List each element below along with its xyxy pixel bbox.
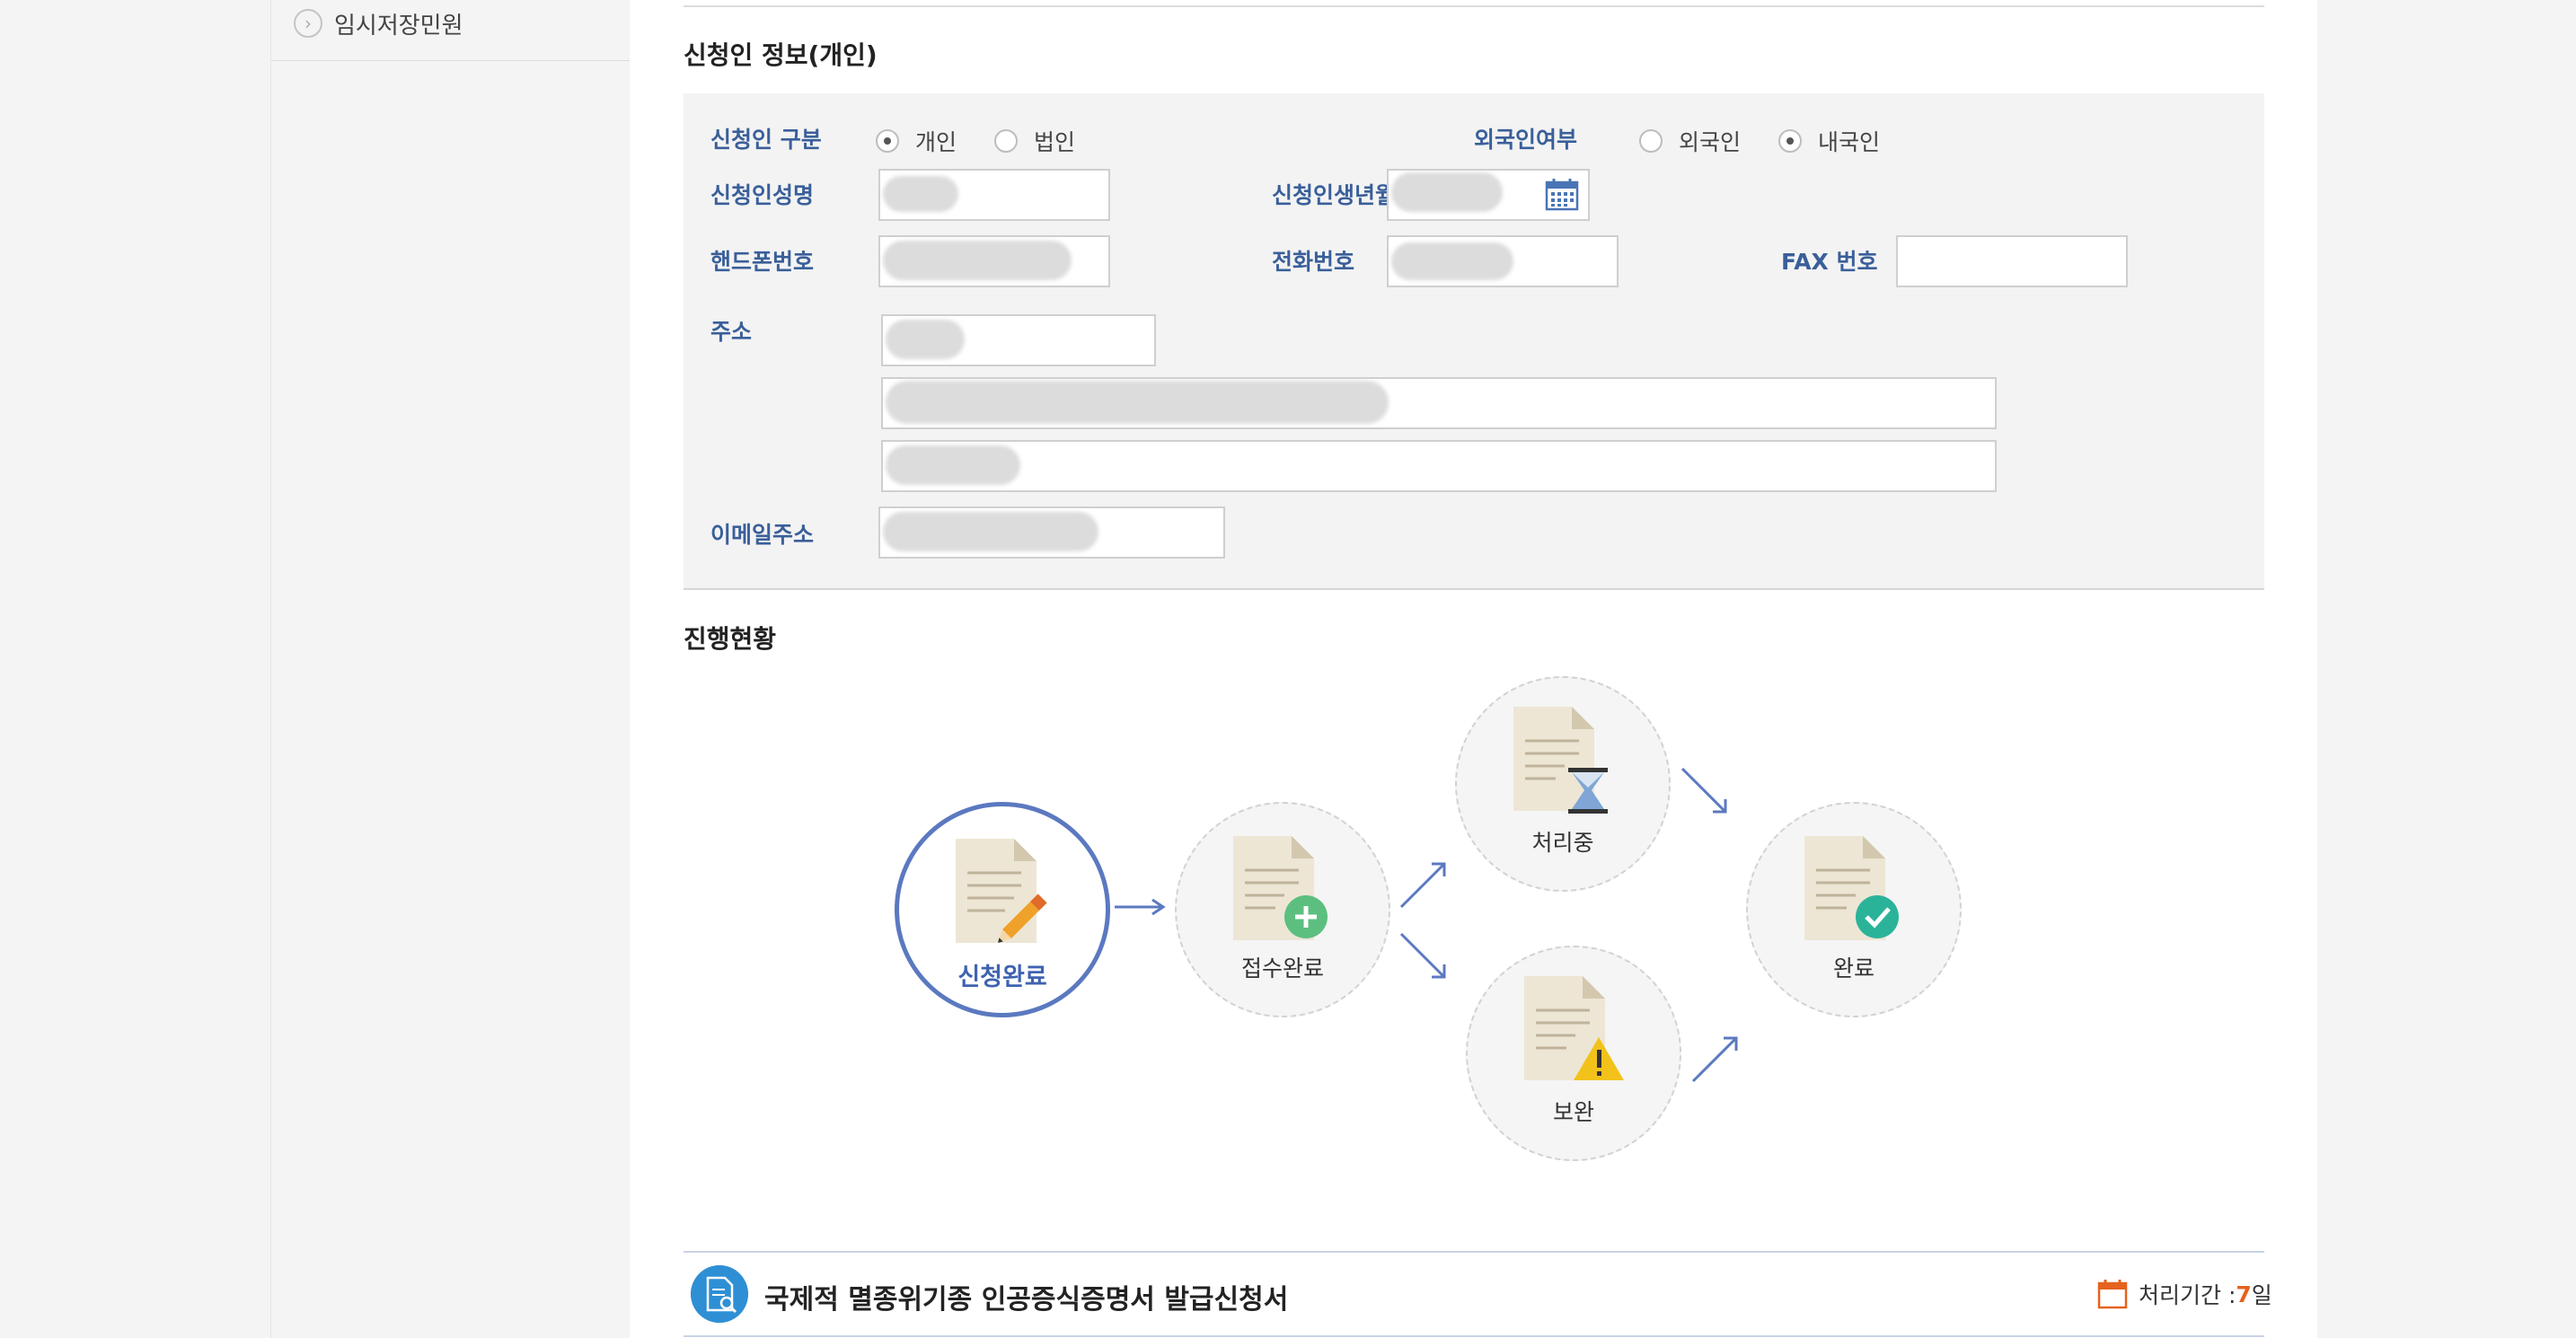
radio-corporate-label: 법인 [1034, 129, 1076, 155]
fax-label: FAX 번호 [1781, 249, 1878, 275]
step-done: 완료 [1746, 802, 1962, 1017]
section-title-progress: 진행현황 [684, 624, 777, 654]
arrow-up-right-icon [1691, 1036, 1738, 1083]
fax-input[interactable] [1896, 235, 2128, 287]
step-applied-label: 신청완료 [957, 964, 1047, 991]
phone-label: 전화번호 [1272, 249, 1355, 275]
calendar-icon [2097, 1280, 2128, 1309]
processing-period-unit: 일 [2251, 1282, 2272, 1308]
name-label: 신청인성명 [710, 182, 815, 208]
mobile-label: 핸드폰번호 [710, 249, 815, 275]
divider [684, 1335, 2264, 1337]
radio-foreigner[interactable] [1639, 129, 1663, 153]
foreigner-group: 외국인 내국인 [1639, 125, 1918, 157]
processing-period: 처리기간 : 7 일 [2097, 1278, 2272, 1310]
document-add-icon [1233, 836, 1328, 940]
document-hourglass-icon [1513, 707, 1608, 814]
document-check-icon [1804, 836, 1899, 940]
address-detail-input[interactable] [881, 440, 1997, 492]
applicant-type-group: 개인 법인 [876, 125, 1113, 157]
email-label: 이메일주소 [710, 522, 815, 548]
chevron-right-icon: › [294, 9, 322, 38]
step-received: 접수완료 [1175, 802, 1390, 1017]
arrow-down-right-icon [1681, 767, 1727, 814]
radio-corporate[interactable] [994, 129, 1019, 153]
main-content: 신청인 정보(개인) 신청인 구분 개인 법인 외국인여부 외국인 내국인 신청… [630, 0, 2317, 1338]
arrow-down-right-icon [1399, 932, 1446, 979]
sidebar-item-label: 임시저장민원 [334, 13, 463, 40]
calendar-icon[interactable] [1544, 177, 1580, 213]
applicant-type-label: 신청인 구분 [710, 127, 822, 153]
address-label: 주소 [710, 319, 753, 345]
radio-individual[interactable] [876, 129, 899, 153]
document-title: 국제적 멸종위기종 인공증식증명서 발급신청서 [764, 1284, 1289, 1316]
divider [684, 5, 2264, 7]
sidebar: › 임시저장민원 [270, 0, 631, 1338]
step-done-label: 완료 [1832, 955, 1875, 981]
divider [684, 1251, 2264, 1253]
arrow-right-icon [1115, 898, 1166, 916]
foreigner-label: 외국인여부 [1474, 127, 1578, 153]
radio-korean[interactable] [1778, 129, 1803, 153]
applicant-form: 신청인 구분 개인 법인 외국인여부 외국인 내국인 신청인성명 신청인생년월일 [684, 93, 2264, 590]
sidebar-item-temp-saved[interactable]: › 임시저장민원 [271, 0, 630, 61]
radio-korean-label: 내국인 [1818, 129, 1881, 155]
step-applied: 신청완료 [895, 802, 1110, 1017]
section-title-applicant: 신청인 정보(개인) [684, 40, 878, 70]
step-processing-label: 처리중 [1531, 830, 1594, 856]
processing-period-value: 7 [2236, 1281, 2252, 1307]
radio-foreigner-label: 외국인 [1679, 129, 1742, 155]
processing-period-label: 처리기간 : [2139, 1282, 2236, 1308]
step-supplement: 보완 [1466, 946, 1681, 1161]
document-warning-icon [1524, 976, 1624, 1080]
arrow-up-right-icon [1399, 862, 1446, 909]
document-search-icon [691, 1265, 748, 1323]
radio-individual-label: 개인 [915, 129, 957, 155]
step-supplement-label: 보완 [1552, 1099, 1594, 1125]
step-processing: 처리중 [1455, 676, 1671, 892]
document-edit-icon [956, 839, 1047, 943]
step-received-label: 접수완료 [1240, 955, 1324, 981]
